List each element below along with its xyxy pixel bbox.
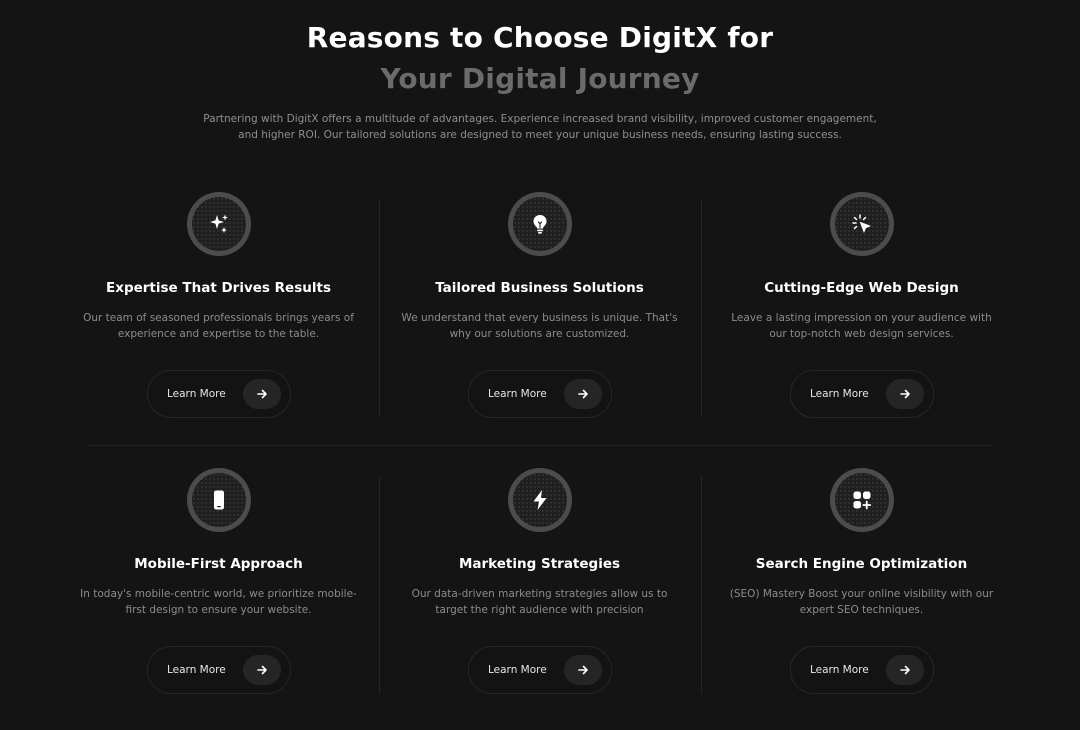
learn-more-label: Learn More bbox=[167, 664, 226, 676]
apps-add-icon bbox=[853, 491, 872, 510]
section-heading: Reasons to Choose DigitX for Your Digita… bbox=[0, 18, 1080, 99]
feature-icon-badge bbox=[830, 192, 894, 256]
feature-description: Our team of seasoned professionals bring… bbox=[83, 312, 354, 340]
feature-card-marketing: Marketing Strategies Our data-driven mar… bbox=[379, 454, 700, 722]
learn-more-label: Learn More bbox=[167, 388, 226, 400]
cursor-click-icon bbox=[852, 214, 872, 234]
feature-title: Mobile-First Approach bbox=[134, 556, 303, 572]
arrow-right-icon bbox=[243, 379, 281, 409]
section-subtitle: Your Digital Journey bbox=[380, 62, 700, 95]
feature-icon-badge bbox=[508, 468, 572, 532]
feature-description: Our data-driven marketing strategies all… bbox=[411, 588, 668, 616]
section-title: Reasons to Choose DigitX for bbox=[306, 21, 774, 54]
feature-card-tailored: Tailored Business Solutions We understan… bbox=[379, 178, 700, 446]
feature-description: (SEO) Mastery Boost your online visibili… bbox=[729, 588, 994, 616]
arrow-right-icon bbox=[243, 655, 281, 685]
learn-more-button[interactable]: Learn More bbox=[147, 646, 291, 694]
lightbulb-icon bbox=[533, 215, 547, 234]
feature-title: Search Engine Optimization bbox=[755, 556, 968, 572]
feature-icon-badge bbox=[187, 192, 251, 256]
learn-more-label: Learn More bbox=[810, 664, 869, 676]
arrow-right-icon bbox=[564, 379, 602, 409]
smartphone-icon bbox=[214, 490, 224, 510]
feature-description: Leave a lasting impression on your audie… bbox=[731, 312, 992, 340]
feature-icon-badge bbox=[187, 468, 251, 532]
feature-card-seo: Search Engine Optimization (SEO) Mastery… bbox=[701, 454, 1022, 722]
feature-title: Marketing Strategies bbox=[458, 556, 621, 572]
reasons-section: Reasons to Choose DigitX for Your Digita… bbox=[0, 0, 1080, 730]
sparkles-icon bbox=[210, 214, 228, 233]
feature-card-mobile-first: Mobile-First Approach In today's mobile-… bbox=[58, 454, 379, 722]
arrow-right-icon bbox=[886, 379, 924, 409]
learn-more-label: Learn More bbox=[488, 388, 547, 400]
learn-more-label: Learn More bbox=[488, 664, 547, 676]
feature-icon-badge bbox=[830, 468, 894, 532]
feature-title: Expertise That Drives Results bbox=[106, 280, 331, 296]
learn-more-label: Learn More bbox=[810, 388, 869, 400]
learn-more-button[interactable]: Learn More bbox=[790, 370, 934, 418]
feature-title: Tailored Business Solutions bbox=[435, 280, 644, 296]
learn-more-button[interactable]: Learn More bbox=[790, 646, 934, 694]
arrow-right-icon bbox=[564, 655, 602, 685]
learn-more-button[interactable]: Learn More bbox=[468, 646, 612, 694]
section-intro: Partnering with DigitX offers a multitud… bbox=[203, 113, 877, 141]
feature-card-expertise: Expertise That Drives Results Our team o… bbox=[58, 178, 379, 446]
learn-more-button[interactable]: Learn More bbox=[468, 370, 612, 418]
learn-more-button[interactable]: Learn More bbox=[147, 370, 291, 418]
feature-card-web-design: Cutting-Edge Web Design Leave a lasting … bbox=[701, 178, 1022, 446]
feature-description: We understand that every business is uni… bbox=[401, 312, 678, 340]
feature-title: Cutting-Edge Web Design bbox=[764, 280, 959, 296]
feature-description: In today's mobile-centric world, we prio… bbox=[80, 588, 357, 616]
feature-icon-badge bbox=[508, 192, 572, 256]
lightning-bolt-icon bbox=[533, 490, 547, 510]
arrow-right-icon bbox=[886, 655, 924, 685]
features-grid: Expertise That Drives Results Our team o… bbox=[58, 178, 1022, 718]
